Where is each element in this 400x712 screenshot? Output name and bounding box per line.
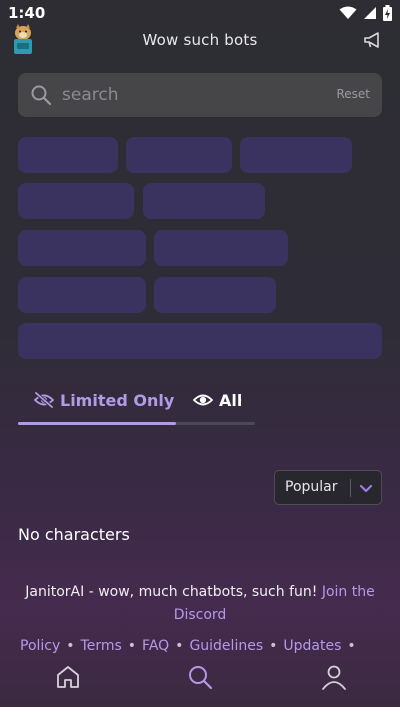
bottom-navigation <box>0 655 400 712</box>
footer-link-policy[interactable]: Policy <box>20 638 60 654</box>
separator: • <box>175 638 184 654</box>
separator: • <box>269 638 278 654</box>
tag-chip[interactable] <box>18 137 118 173</box>
eye-off-icon <box>34 392 54 408</box>
app-header: Wow such bots <box>0 22 400 58</box>
tag-chip[interactable] <box>154 230 288 266</box>
tab-limited-only[interactable]: Limited Only <box>34 380 174 420</box>
footer-tagline: JanitorAI - wow, much chatbots, such fun… <box>20 581 380 627</box>
status-time: 1:40 <box>8 4 46 22</box>
tag-chip[interactable] <box>240 137 352 173</box>
separator: • <box>127 638 137 654</box>
doge-avatar[interactable] <box>10 24 36 56</box>
battery-charging-icon <box>383 5 392 21</box>
separator: • <box>66 638 75 654</box>
tag-chip[interactable] <box>126 137 232 173</box>
tab-all-label: All <box>219 390 243 410</box>
separator: • <box>347 638 356 654</box>
system-nav-bar <box>0 707 400 712</box>
sort-divider <box>350 479 351 497</box>
megaphone-icon[interactable] <box>362 28 386 52</box>
tag-chip[interactable] <box>18 323 382 359</box>
sort-dropdown[interactable]: Popular <box>274 470 382 505</box>
footer-link-guidelines[interactable]: Guidelines <box>189 638 263 654</box>
footer-link-updates[interactable]: Updates <box>283 638 341 654</box>
tab-limited-label: Limited Only <box>60 390 175 410</box>
filter-tabs: Limited Only All <box>18 380 255 426</box>
search-bar: Reset <box>18 73 382 117</box>
tag-chip[interactable] <box>18 230 146 266</box>
system-icons <box>339 5 392 21</box>
tab-all[interactable]: All <box>193 380 242 420</box>
search-icon <box>31 85 52 106</box>
page-title: Wow such bots <box>142 31 258 49</box>
sort-selected-value: Popular <box>285 479 338 495</box>
footer-link-terms[interactable]: Terms <box>81 638 122 654</box>
search-icon[interactable] <box>186 663 214 691</box>
empty-state-message: No characters <box>18 525 130 544</box>
footer-brand: JanitorAI <box>25 584 85 600</box>
reset-button[interactable]: Reset <box>336 87 370 101</box>
search-input[interactable] <box>62 81 312 109</box>
tag-chip[interactable] <box>18 277 146 313</box>
footer-link-faq[interactable]: FAQ <box>142 638 169 654</box>
tag-chip[interactable] <box>18 183 134 219</box>
chevron-down-icon <box>359 484 373 493</box>
signal-icon <box>364 7 376 19</box>
tab-active-indicator <box>18 422 176 425</box>
footer-tagline-text: - wow, much chatbots, such fun! <box>84 584 322 600</box>
profile-icon[interactable] <box>320 663 348 691</box>
tag-chip[interactable] <box>154 277 276 313</box>
home-icon[interactable] <box>54 663 82 691</box>
tag-chip[interactable] <box>143 183 265 219</box>
wifi-icon <box>339 6 357 19</box>
eye-icon <box>193 394 213 406</box>
